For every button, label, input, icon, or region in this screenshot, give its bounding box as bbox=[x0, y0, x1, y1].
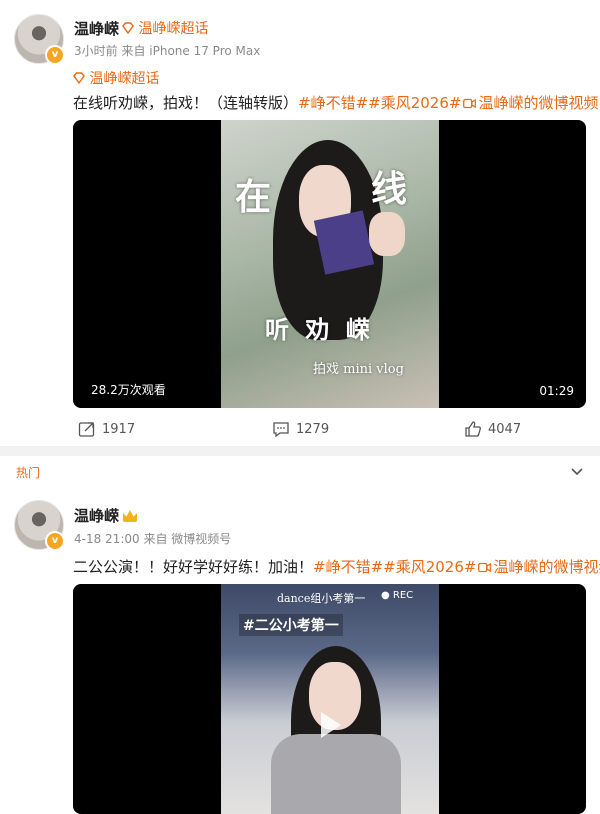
hashtag-link[interactable]: #峥不错# bbox=[313, 558, 383, 576]
action-bar: 1917 1279 4047 bbox=[0, 410, 600, 450]
video-duration: 01:29 bbox=[539, 384, 574, 398]
super-topic-line-label: 温峥嵘超话 bbox=[89, 71, 160, 87]
username-label: 温峥嵘 bbox=[74, 507, 120, 525]
super-topic-line[interactable]: 温峥嵘超话 bbox=[73, 68, 159, 88]
video-overlay-char: 线 bbox=[371, 168, 408, 210]
post-text: 二公公演！！好好学好好练！加油！#峥不错##乘风2026# 温峥嵘的微博视频 bbox=[73, 556, 600, 577]
post-body: 在线听劝嵘，拍戏！（连轴转版） bbox=[73, 94, 299, 112]
hashtag-link[interactable]: #乘风2026# bbox=[368, 94, 461, 112]
video-player[interactable]: dance组小考第一 ● REC #二公小考第一 bbox=[73, 584, 586, 814]
verified-badge-icon: v bbox=[45, 45, 65, 65]
hand bbox=[369, 212, 405, 256]
video-link-label: 温峥嵘的微博视频 bbox=[478, 94, 599, 112]
person-body bbox=[271, 734, 401, 814]
repost-icon bbox=[78, 422, 95, 437]
comment-icon bbox=[273, 422, 289, 438]
avatar[interactable]: v bbox=[14, 500, 65, 551]
video-link-label: 温峥嵘的微博视频 bbox=[493, 558, 600, 576]
avatar[interactable]: v bbox=[14, 14, 65, 65]
video-camera-icon bbox=[463, 98, 477, 109]
video-link[interactable]: 温峥嵘的微博视频 bbox=[476, 558, 600, 576]
like-button[interactable]: 4047 bbox=[464, 420, 521, 438]
repost-count: 1917 bbox=[102, 421, 136, 437]
video-overlay-title: 听 劝 嵘 bbox=[265, 315, 374, 344]
post-body: 二公公演！！好好学好好练！加油！ bbox=[73, 558, 314, 576]
crown-icon bbox=[123, 510, 138, 522]
super-topic-link[interactable]: 温峥嵘超话 bbox=[122, 18, 208, 38]
section-divider bbox=[0, 446, 600, 456]
comment-button[interactable]: 1279 bbox=[272, 420, 329, 438]
post-meta: 4-18 21:00 来自 微博视频号 bbox=[74, 532, 232, 546]
diamond-icon bbox=[73, 72, 85, 84]
video-thumbnail: 在 线 听 劝 嵘 拍戏 mini vlog bbox=[221, 120, 439, 408]
verified-badge-icon: v bbox=[45, 531, 65, 551]
video-overlay-top: dance组小考第一 bbox=[277, 592, 366, 605]
video-overlay-subtitle: 拍戏 mini vlog bbox=[313, 362, 404, 377]
video-overlay-char: 在 bbox=[235, 176, 272, 218]
video-thumbnail: dance组小考第一 ● REC #二公小考第一 bbox=[221, 584, 439, 814]
chevron-down-icon[interactable] bbox=[570, 464, 584, 478]
comment-count: 1279 bbox=[296, 421, 330, 437]
super-topic-label: 温峥嵘超话 bbox=[138, 21, 209, 37]
username[interactable]: 温峥嵘 bbox=[74, 505, 138, 526]
like-icon bbox=[465, 421, 481, 437]
rec-indicator: ● REC bbox=[381, 590, 414, 601]
diamond-icon bbox=[122, 22, 134, 34]
view-count: 28.2万次观看 bbox=[91, 383, 166, 397]
post-text: 在线听劝嵘，拍戏！（连轴转版）#峥不错##乘风2026# 温峥嵘的微博视频 bbox=[73, 92, 598, 113]
play-icon[interactable] bbox=[321, 712, 341, 738]
like-count: 4047 bbox=[488, 421, 522, 437]
username[interactable]: 温峥嵘 bbox=[74, 18, 119, 39]
post-meta: 3小时前 来自 iPhone 17 Pro Max bbox=[74, 44, 261, 58]
video-player[interactable]: 在 线 听 劝 嵘 拍戏 mini vlog 28.2万次观看 01:29 bbox=[73, 120, 586, 408]
video-link[interactable]: 温峥嵘的微博视频 bbox=[461, 94, 598, 112]
rec-label: REC bbox=[392, 590, 414, 601]
hashtag-link[interactable]: #乘风2026# bbox=[383, 558, 476, 576]
video-camera-icon bbox=[478, 562, 492, 573]
hot-section-label: 热门 bbox=[16, 466, 41, 480]
hashtag-link[interactable]: #峥不错# bbox=[298, 94, 368, 112]
video-overlay-tag: #二公小考第一 bbox=[239, 614, 343, 636]
repost-button[interactable]: 1917 bbox=[78, 420, 135, 438]
